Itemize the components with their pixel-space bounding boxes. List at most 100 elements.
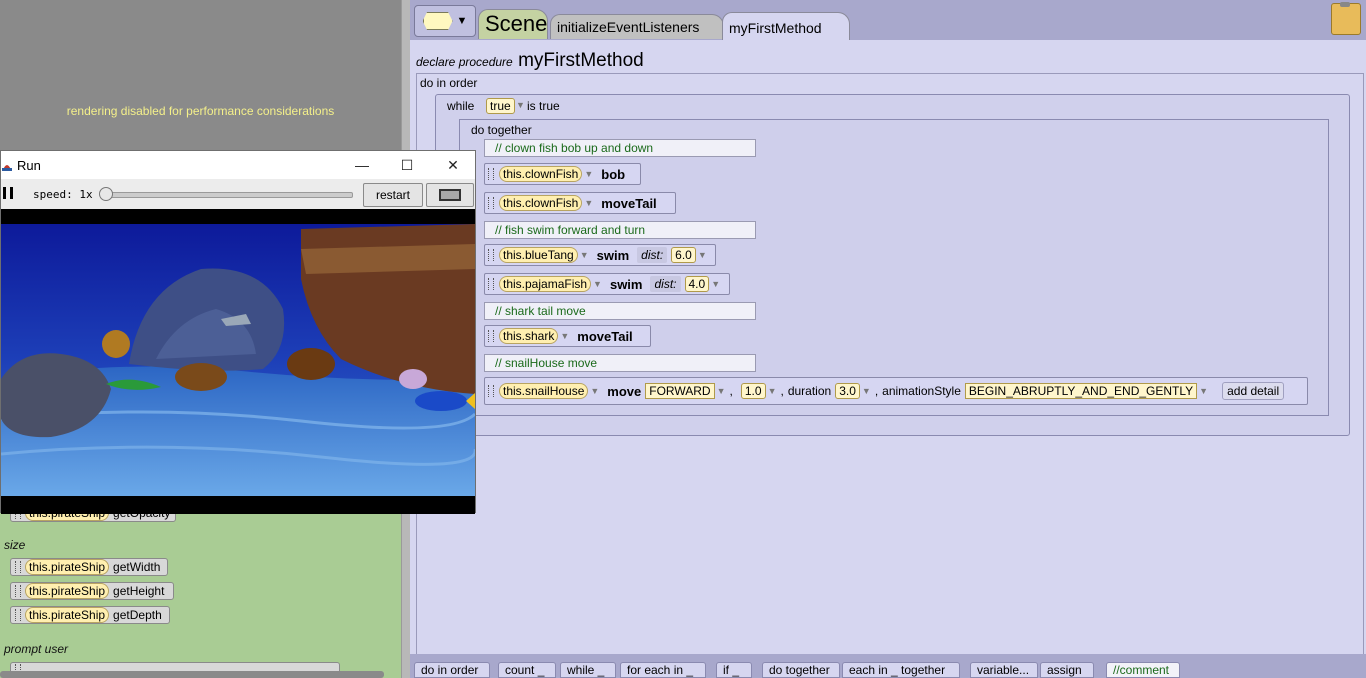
section-label-size: size [4, 538, 26, 552]
scene-preview-area [0, 0, 401, 150]
object-label[interactable]: this.clownFish [499, 166, 583, 182]
drag-grip-icon [488, 197, 494, 209]
palette-do-together[interactable]: do together [762, 662, 840, 678]
dropdown-arrow-icon[interactable]: ▼ [862, 386, 871, 396]
drag-grip-icon [488, 278, 494, 290]
palette-while[interactable]: while _ [560, 662, 616, 678]
underwater-scene-image [1, 209, 475, 514]
palette-for-each[interactable]: for each in _ [620, 662, 706, 678]
param-value[interactable]: 4.0 [684, 276, 710, 292]
palette-comment[interactable]: //comment [1106, 662, 1180, 678]
run-window-titlebar[interactable]: Run — ☐ ✕ [1, 151, 475, 179]
object-label[interactable]: this.pajamaFish [499, 276, 592, 292]
speed-label: speed: 1x [33, 188, 93, 201]
tab-my-first-method[interactable]: myFirstMethod [722, 12, 850, 40]
add-detail-button[interactable]: add detail [1222, 382, 1285, 400]
render-disabled-message: rendering disabled for performance consi… [66, 104, 335, 118]
duration-value[interactable]: 3.0 [835, 383, 860, 399]
method-label: getDepth [113, 608, 162, 622]
animation-style-value[interactable]: BEGIN_ABRUPTLY_AND_END_GENTLY [964, 383, 1198, 399]
dropdown-arrow-icon[interactable]: ▼ [711, 279, 720, 289]
dropdown-arrow-icon[interactable]: ▼ [516, 100, 525, 110]
while-keyword: while [447, 99, 475, 113]
declare-keyword: declare procedure [416, 55, 513, 69]
palette-each-together[interactable]: each in _ together [842, 662, 960, 678]
object-label[interactable]: this.shark [499, 328, 559, 344]
drag-grip-icon [15, 585, 21, 597]
palette-variable[interactable]: variable... [970, 662, 1038, 678]
statement-clownfish-bob[interactable]: this.clownFish ▼ bob [484, 163, 641, 185]
speed-slider-track[interactable] [101, 192, 353, 198]
dropdown-arrow-icon[interactable]: ▼ [768, 386, 777, 396]
pause-icon[interactable] [3, 187, 13, 199]
dropdown-arrow-icon[interactable]: ▼ [717, 386, 726, 396]
method-label: getHeight [113, 584, 165, 598]
param-label: dist: [637, 247, 668, 263]
fullscreen-button[interactable] [426, 183, 474, 207]
chevron-down-icon: ▼ [456, 15, 468, 27]
palette-count[interactable]: count _ [498, 662, 556, 678]
clipboard-icon[interactable] [1331, 2, 1361, 35]
while-suffix: is true [527, 99, 560, 113]
dropdown-arrow-icon[interactable]: ▼ [584, 169, 593, 179]
comment-snailhouse[interactable]: // snailHouse move [484, 354, 756, 372]
java-app-icon [2, 165, 12, 171]
maximize-icon[interactable]: ☐ [395, 155, 419, 175]
method-name: move [607, 383, 642, 399]
close-icon[interactable]: ✕ [441, 155, 465, 175]
drag-grip-icon [488, 168, 494, 180]
comment-fish-swim[interactable]: // fish swim forward and turn [484, 221, 756, 239]
gallery-horizontal-scrollbar[interactable] [0, 671, 384, 678]
statement-pajamafish-swim[interactable]: this.pajamaFish ▼ swim dist: 4.0 ▼ [484, 273, 730, 295]
palette-do-in-order[interactable]: do in order [414, 662, 490, 678]
comment-clownfish[interactable]: // clown fish bob up and down [484, 139, 756, 157]
dropdown-arrow-icon[interactable]: ▼ [1199, 386, 1208, 396]
gallery-tile-get-depth[interactable]: this.pirateShip getDepth [10, 606, 170, 624]
object-label[interactable]: this.clownFish [499, 195, 583, 211]
param-label: dist: [650, 276, 681, 292]
comment-shark[interactable]: // shark tail move [484, 302, 756, 320]
while-condition-value[interactable]: true [486, 98, 515, 114]
dropdown-arrow-icon[interactable]: ▼ [560, 331, 569, 341]
run-window: Run — ☐ ✕ speed: 1x restart [0, 150, 476, 514]
method-name: swim [609, 276, 643, 292]
gallery-tile-get-height[interactable]: this.pirateShip getHeight [10, 582, 174, 600]
method-name: bob [601, 166, 626, 182]
object-label: this.pirateShip [25, 559, 110, 575]
amount-value[interactable]: 1.0 [740, 383, 766, 399]
dropdown-arrow-icon[interactable]: ▼ [698, 250, 707, 260]
palette-assign[interactable]: assign [1040, 662, 1094, 678]
statement-bluetang-swim[interactable]: this.blueTang ▼ swim dist: 6.0 ▼ [484, 244, 716, 266]
restart-button[interactable]: restart [363, 183, 423, 207]
drag-grip-icon [488, 385, 494, 397]
tab-initialize-event-listeners[interactable]: initializeEventListeners [550, 14, 724, 39]
minimize-icon[interactable]: — [350, 155, 374, 175]
method-name: swim [596, 247, 630, 263]
statement-shark-movetail[interactable]: this.shark ▼ moveTail [484, 325, 651, 347]
object-label: this.pirateShip [25, 607, 110, 623]
drag-grip-icon [488, 249, 494, 261]
speed-slider-thumb[interactable] [99, 187, 113, 201]
run-controls-bar: speed: 1x restart [1, 179, 475, 209]
param-value[interactable]: 6.0 [671, 247, 696, 263]
direction-value[interactable]: FORWARD [645, 383, 715, 399]
dropdown-arrow-icon[interactable]: ▼ [593, 279, 602, 289]
object-label: this.pirateShip [25, 583, 110, 599]
statement-clownfish-movetail[interactable]: this.clownFish ▼ moveTail [484, 192, 676, 214]
palette-if[interactable]: if _ [716, 662, 752, 678]
tab-scene[interactable]: Scene [478, 9, 548, 39]
object-label[interactable]: this.blueTang [499, 247, 578, 263]
dropdown-arrow-icon[interactable]: ▼ [590, 386, 599, 396]
statement-snailhouse-move[interactable]: this.snailHouse ▼ move FORWARD ▼ , 1.0 ▼… [484, 377, 1308, 405]
method-label: getWidth [113, 560, 161, 574]
object-label[interactable]: this.snailHouse [499, 383, 589, 399]
procedure-declaration: declare procedure myFirstMethod [416, 50, 644, 72]
scene-3d-view[interactable] [1, 209, 475, 514]
run-window-title: Run [17, 157, 41, 173]
class-selector-button[interactable]: ▼ [414, 5, 476, 37]
dropdown-arrow-icon[interactable]: ▼ [580, 250, 589, 260]
procedure-name[interactable]: myFirstMethod [518, 50, 644, 71]
method-name: moveTail [577, 328, 633, 344]
gallery-tile-get-width[interactable]: this.pirateShip getWidth [10, 558, 168, 576]
dropdown-arrow-icon[interactable]: ▼ [584, 198, 593, 208]
